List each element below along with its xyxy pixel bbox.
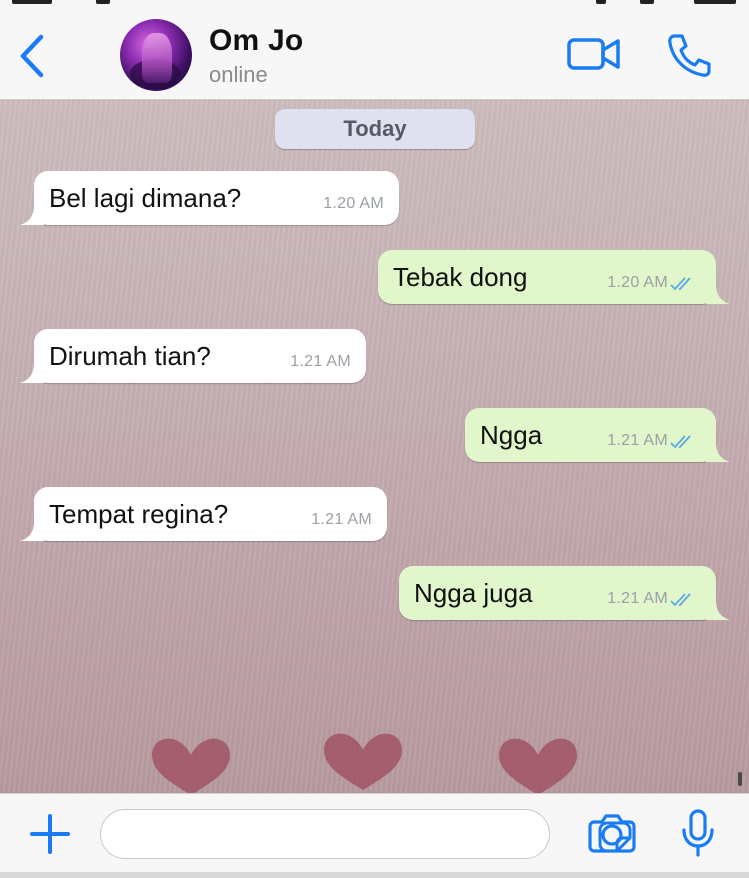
bubble-tail (20, 205, 44, 225)
message-time: 1.20 AM (607, 274, 668, 291)
contact-status: online (209, 62, 268, 87)
voice-call-button[interactable] (664, 32, 712, 78)
message-text: Dirumah tian? (49, 341, 211, 371)
chevron-left-icon (20, 34, 44, 78)
bubble-tail (706, 442, 730, 462)
date-separator: Today (275, 109, 475, 149)
message-time: 1.21 AM (607, 432, 668, 449)
video-camera-icon (567, 38, 620, 70)
contact-name[interactable]: Om Jo (209, 24, 303, 58)
message-text: Tempat regina? (49, 499, 229, 529)
bubble-tail (706, 284, 730, 304)
heart-wallpaper-icon (499, 738, 577, 793)
message-text: Ngga juga (414, 578, 533, 608)
message-input-field[interactable] (100, 809, 632, 859)
message-bubble-incoming[interactable]: Dirumah tian? 1.21 AM (20, 329, 366, 383)
message-text: Tebak dong (393, 262, 528, 292)
read-receipt-icon (670, 593, 691, 607)
message-bubble-incoming[interactable]: Tempat regina? 1.21 AM (20, 487, 387, 541)
bubble-tail (706, 600, 730, 620)
message-bubble-outgoing[interactable]: Ngga 1.21 AM (465, 408, 730, 462)
message-bubble-outgoing[interactable]: Ngga juga 1.21 AM (399, 566, 730, 620)
heart-wallpaper-icon (152, 738, 230, 793)
bubble-tail (20, 521, 44, 541)
camera-icon (588, 814, 636, 853)
microphone-icon (682, 809, 714, 857)
message-bubble-incoming[interactable]: Bel lagi dimana? 1.20 AM (20, 171, 399, 225)
message-time: 1.21 AM (607, 590, 668, 607)
composer-bar (0, 793, 749, 878)
message-time: 1.20 AM (323, 195, 384, 212)
phone-icon (668, 34, 711, 77)
scrollbar-thumb[interactable] (738, 772, 742, 786)
camera-button[interactable] (588, 812, 636, 854)
chat-header: Om Jo online (0, 0, 749, 100)
attach-button[interactable] (28, 812, 72, 856)
message-input[interactable] (119, 818, 489, 850)
message-bubble-outgoing[interactable]: Tebak dong 1.20 AM (378, 250, 730, 304)
message-time: 1.21 AM (290, 353, 351, 370)
back-button[interactable] (14, 32, 50, 80)
status-bar-remnant (0, 0, 749, 8)
home-indicator-area (0, 872, 749, 878)
contact-avatar[interactable] (120, 19, 192, 91)
read-receipt-icon (670, 435, 691, 449)
voice-message-button[interactable] (678, 808, 718, 858)
read-receipt-icon (670, 277, 691, 291)
heart-wallpaper-icon (324, 733, 402, 790)
message-list[interactable]: Today Bel lagi dimana? 1.20 AM Tebak don… (0, 100, 749, 793)
message-text: Ngga (480, 420, 543, 450)
message-text: Bel lagi dimana? (49, 183, 242, 213)
plus-icon (30, 814, 70, 854)
video-call-button[interactable] (566, 34, 622, 74)
message-time: 1.21 AM (311, 511, 372, 528)
bubble-tail (20, 363, 44, 383)
